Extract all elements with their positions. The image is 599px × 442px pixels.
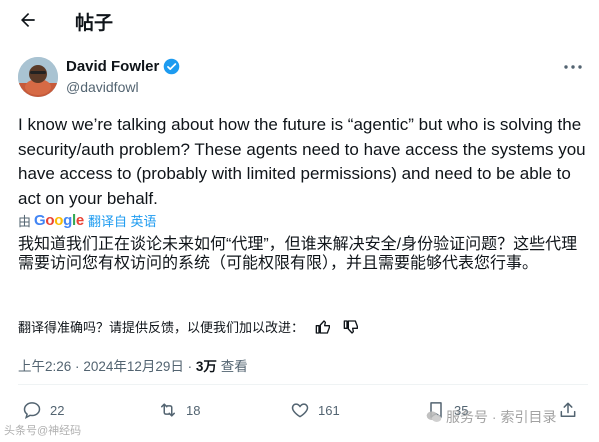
translation-attribution: 由 Google 翻译自 英语	[18, 211, 157, 230]
author-name[interactable]: David Fowler	[66, 58, 159, 75]
divider	[18, 384, 588, 385]
feedback-prompt: 翻译得准确吗？请提供反馈，以便我们加以改进：	[18, 320, 305, 335]
repost-count: 18	[186, 402, 201, 418]
tweet-meta: 上午2:26 · 2024年12月29日 · 3万 查看	[18, 355, 248, 375]
views-count: 3万	[195, 359, 217, 374]
meta-separator: ·	[187, 359, 193, 374]
thumbs-up-button[interactable]	[314, 318, 332, 336]
repost-icon	[161, 403, 175, 417]
reply-icon	[23, 402, 41, 420]
translation-source-link[interactable]: 翻译自 英语	[88, 211, 157, 230]
reply-count: 22	[50, 402, 65, 418]
views-label: 查看	[220, 359, 248, 374]
verified-badge-icon	[164, 58, 180, 75]
author-handle[interactable]: @davidfowl	[66, 79, 139, 95]
translation-by-prefix: 由	[18, 214, 32, 229]
wechat-icon	[426, 411, 442, 422]
page-title: 帖子	[75, 13, 114, 34]
tweet-date[interactable]: 2024年12月29日	[83, 359, 184, 374]
share-icon	[560, 402, 576, 417]
more-icon	[564, 65, 582, 69]
watermark-right: 服务号 · 索引目录	[426, 407, 556, 427]
google-logo: Google	[34, 212, 84, 229]
thumbs-down-button[interactable]	[342, 318, 360, 336]
thumbs-down-icon	[343, 319, 359, 334]
watermark-right-text: 服务号 · 索引目录	[446, 409, 557, 425]
translated-text: 我知道我们正在谈论未来如何“代理”，但谁来解决安全/身份验证问题？这些代理需要访…	[18, 236, 578, 272]
more-options-button[interactable]	[562, 58, 584, 76]
like-count: 161	[318, 402, 340, 418]
tweet-text: I know we’re talking about how the futur…	[18, 115, 586, 208]
watermark-left-text: 头条号@神经码	[4, 425, 82, 437]
back-button[interactable]	[14, 6, 42, 34]
reply-button[interactable]: 22	[22, 400, 64, 420]
tweet-time[interactable]: 上午2:26	[18, 359, 71, 374]
repost-button[interactable]: 18	[158, 400, 200, 420]
arrow-left-icon	[21, 13, 35, 27]
translation-feedback: 翻译得准确吗？请提供反馈，以便我们加以改进：	[18, 317, 360, 336]
avatar[interactable]	[18, 57, 58, 97]
thumbs-up-icon	[315, 319, 331, 334]
like-button[interactable]: 161	[290, 400, 340, 420]
meta-separator: ·	[75, 359, 80, 374]
heart-icon	[291, 403, 309, 418]
share-button[interactable]	[558, 400, 586, 420]
watermark-left: 头条号@神经码	[4, 422, 81, 438]
top-bar: 帖子	[0, 0, 599, 40]
